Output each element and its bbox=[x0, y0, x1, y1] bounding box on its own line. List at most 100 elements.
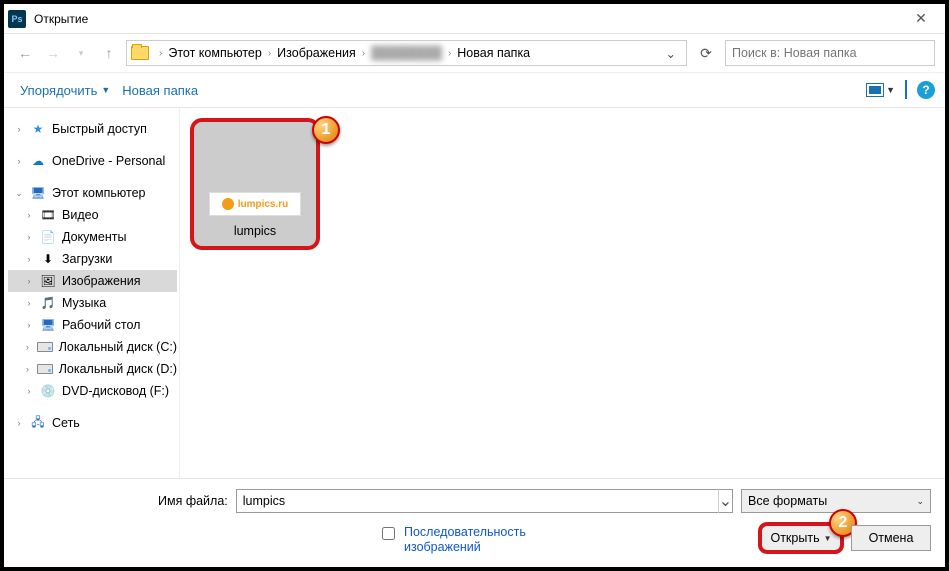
breadcrumb-bar[interactable]: › Этот компьютер › Изображения › ███████… bbox=[126, 40, 687, 66]
organize-button[interactable]: Упорядочить ▼ bbox=[14, 79, 116, 102]
tree-documents[interactable]: › 📄 Документы bbox=[8, 226, 177, 248]
video-icon: 🎞 bbox=[40, 208, 56, 222]
help-icon[interactable]: ? bbox=[917, 81, 935, 99]
open-label: Открыть bbox=[770, 531, 819, 545]
dialog-footer: Имя файла: ⌄ Все форматы ⌄ Последователь… bbox=[4, 478, 945, 567]
chevron-right-icon: › bbox=[358, 48, 369, 59]
up-button[interactable]: ↑ bbox=[98, 42, 120, 64]
chevron-right-icon: › bbox=[24, 298, 34, 308]
open-button-wrap: Открыть ▼ 2 bbox=[761, 525, 841, 551]
pictures-icon: 🖼 bbox=[40, 274, 56, 288]
dialog-body: › ★ Быстрый доступ › ☁ OneDrive - Person… bbox=[4, 108, 945, 478]
tree-label: DVD-дисковод (F:) bbox=[62, 384, 169, 398]
chevron-right-icon: › bbox=[24, 210, 34, 220]
open-dialog: Ps Открытие ✕ ← → ▾ ↑ › Этот компьютер ›… bbox=[0, 0, 949, 571]
filename-label: Имя файла: bbox=[18, 494, 228, 508]
chevron-right-icon: › bbox=[14, 156, 24, 166]
checkbox-input[interactable] bbox=[382, 527, 395, 540]
tree-label: Музыка bbox=[62, 296, 106, 310]
tree-quick-access[interactable]: › ★ Быстрый доступ bbox=[8, 118, 177, 140]
tree-label: OneDrive - Personal bbox=[52, 154, 165, 168]
new-folder-label: Новая папка bbox=[122, 83, 198, 98]
chevron-down-icon[interactable]: ⌄ bbox=[718, 489, 732, 513]
crumb-folder[interactable]: Новая папка bbox=[457, 46, 530, 60]
preview-pane-button[interactable] bbox=[905, 81, 907, 99]
chevron-down-icon: ⌄ bbox=[916, 496, 924, 507]
chevron-down-icon[interactable]: ⌄ bbox=[660, 46, 682, 61]
nav-row: ← → ▾ ↑ › Этот компьютер › Изображения ›… bbox=[4, 34, 945, 72]
selection-highlight: lumpics.ru lumpics bbox=[190, 118, 320, 250]
chevron-right-icon: › bbox=[155, 48, 166, 59]
tree-video[interactable]: › 🎞 Видео bbox=[8, 204, 177, 226]
drive-icon bbox=[37, 340, 53, 354]
tree-pictures[interactable]: › 🖼 Изображения bbox=[8, 270, 177, 292]
new-folder-button[interactable]: Новая папка bbox=[116, 79, 204, 102]
search-input[interactable] bbox=[725, 40, 935, 66]
crumb-thispc[interactable]: Этот компьютер bbox=[168, 46, 261, 60]
tree-onedrive[interactable]: › ☁ OneDrive - Personal bbox=[8, 150, 177, 172]
annotation-callout-1: 1 bbox=[312, 116, 340, 144]
button-row: Последовательность изображений Открыть ▼… bbox=[18, 525, 931, 555]
filename-row: Имя файла: ⌄ Все форматы ⌄ bbox=[18, 489, 931, 513]
window-title: Открытие bbox=[34, 12, 901, 26]
filetype-label: Все форматы bbox=[748, 494, 827, 508]
chevron-right-icon: › bbox=[24, 254, 34, 264]
organize-label: Упорядочить bbox=[20, 83, 97, 98]
tree-label: Быстрый доступ bbox=[52, 122, 147, 136]
chevron-right-icon: › bbox=[24, 232, 34, 242]
chevron-right-icon: › bbox=[14, 418, 24, 428]
filename-input[interactable] bbox=[237, 490, 718, 512]
refresh-button[interactable]: ⟳ bbox=[693, 40, 719, 66]
chevron-right-icon: › bbox=[24, 364, 31, 374]
view-mode-button[interactable]: ▼ bbox=[866, 83, 895, 97]
cloud-icon: ☁ bbox=[30, 154, 46, 168]
image-sequence-checkbox[interactable]: Последовательность изображений bbox=[18, 525, 564, 555]
navigation-tree: › ★ Быстрый доступ › ☁ OneDrive - Person… bbox=[4, 108, 180, 478]
tree-label: Документы bbox=[62, 230, 126, 244]
file-list[interactable]: lumpics.ru lumpics 1 bbox=[180, 108, 945, 478]
crumb-pictures[interactable]: Изображения bbox=[277, 46, 356, 60]
downloads-icon: ⬇ bbox=[40, 252, 56, 266]
tree-music[interactable]: › 🎵 Музыка bbox=[8, 292, 177, 314]
tree-label: Локальный диск (C:) bbox=[59, 340, 177, 354]
chevron-right-icon: › bbox=[24, 386, 34, 396]
chevron-down-icon: ⌄ bbox=[14, 188, 24, 199]
forward-button[interactable]: → bbox=[42, 42, 64, 64]
tree-desktop[interactable]: › 🖥 Рабочий стол bbox=[8, 314, 177, 336]
close-icon[interactable]: ✕ bbox=[901, 10, 941, 27]
cancel-button[interactable]: Отмена bbox=[851, 525, 931, 551]
recent-dropdown[interactable]: ▾ bbox=[70, 42, 92, 64]
tree-disk-d[interactable]: › Локальный диск (D:) bbox=[8, 358, 177, 380]
music-icon: 🎵 bbox=[40, 296, 56, 310]
tree-thispc[interactable]: ⌄ 🖥 Этот компьютер bbox=[8, 182, 177, 204]
chevron-right-icon: › bbox=[444, 48, 455, 59]
tree-label: Рабочий стол bbox=[62, 318, 140, 332]
tree-downloads[interactable]: › ⬇ Загрузки bbox=[8, 248, 177, 270]
chevron-right-icon: › bbox=[24, 276, 34, 286]
desktop-icon: 🖥 bbox=[40, 318, 56, 332]
tree-dvd[interactable]: › 💿 DVD-дисковод (F:) bbox=[8, 380, 177, 402]
thumbnails-icon bbox=[866, 83, 884, 97]
drive-icon bbox=[37, 362, 53, 376]
star-icon: ★ bbox=[30, 122, 46, 136]
tree-label: Локальный диск (D:) bbox=[59, 362, 177, 376]
title-bar: Ps Открытие ✕ bbox=[4, 4, 945, 34]
tree-network[interactable]: › 🖧 Сеть bbox=[8, 412, 177, 434]
crumb-hidden[interactable]: ████████ bbox=[371, 46, 442, 60]
photoshop-icon: Ps bbox=[8, 10, 26, 28]
logo-icon bbox=[222, 198, 234, 210]
toolbar: Упорядочить ▼ Новая папка ▼ ? bbox=[4, 72, 945, 108]
thumbnail-preview: lumpics.ru bbox=[209, 192, 301, 216]
back-button[interactable]: ← bbox=[14, 42, 36, 64]
open-button[interactable]: Открыть ▼ bbox=[761, 525, 841, 551]
file-item[interactable]: lumpics.ru lumpics 1 bbox=[190, 118, 320, 250]
chevron-down-icon: ▼ bbox=[886, 85, 895, 95]
tree-disk-c[interactable]: › Локальный диск (C:) bbox=[8, 336, 177, 358]
documents-icon: 📄 bbox=[40, 230, 56, 244]
thumbnail-badge: lumpics.ru bbox=[238, 199, 289, 210]
filename-combo[interactable]: ⌄ bbox=[236, 489, 733, 513]
file-thumbnail: lumpics.ru bbox=[198, 126, 312, 218]
tree-label: Этот компьютер bbox=[52, 186, 145, 200]
chevron-right-icon: › bbox=[24, 320, 34, 330]
tree-label: Изображения bbox=[62, 274, 141, 288]
